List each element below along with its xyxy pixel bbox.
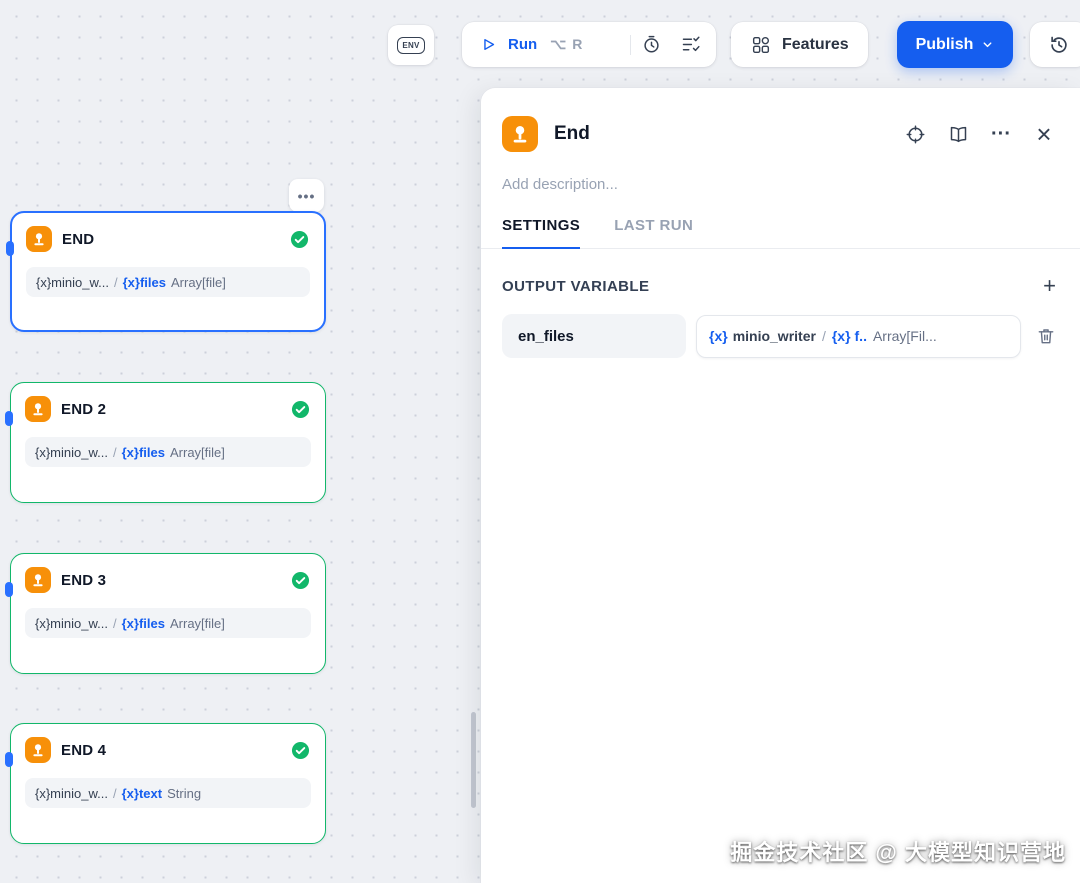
canvas-scrollbar[interactable] <box>471 712 476 808</box>
variable-separator: / <box>113 615 117 631</box>
play-icon[interactable] <box>477 34 499 56</box>
node-inspector-panel: End ··· × SETTINGS LAST RUN OUTPUT VARIA… <box>481 88 1080 883</box>
panel-title[interactable]: End <box>554 123 887 145</box>
success-status-icon <box>288 228 310 250</box>
node-output-variable-chip: {x}minio_w... / {x}files Array[file] <box>26 267 310 297</box>
locate-node-icon[interactable] <box>903 122 927 146</box>
divider <box>630 34 631 55</box>
node-title: END 4 <box>61 741 107 759</box>
checklist-icon[interactable] <box>679 34 701 56</box>
variable-name: {x}text <box>121 785 163 801</box>
node-input-handle[interactable] <box>5 752 13 767</box>
end-node-icon <box>25 737 51 763</box>
variable-source: {x}minio_w... <box>35 785 108 801</box>
end-node-icon <box>25 396 51 422</box>
variable-type: String <box>167 785 202 801</box>
delete-variable-icon[interactable] <box>1036 326 1056 346</box>
close-icon[interactable]: × <box>1032 119 1056 149</box>
variable-name: f.. <box>854 328 867 344</box>
variable-icon: {x} <box>709 328 728 344</box>
node-more-button[interactable]: ••• <box>289 179 324 212</box>
run-shortcut: ⌥ R <box>550 36 584 52</box>
variable-source: {x}minio_w... <box>35 615 108 631</box>
success-status-icon <box>289 398 311 420</box>
tab-settings[interactable]: SETTINGS <box>502 217 581 249</box>
end-node-icon <box>25 567 51 593</box>
end-node-icon <box>26 226 52 252</box>
variable-type: Array[file] <box>171 274 226 290</box>
output-variable-row: {x} minio_writer / {x} f.. Array[Fil... <box>502 314 1056 358</box>
run-history-icon[interactable] <box>640 34 662 56</box>
node-input-handle[interactable] <box>5 582 13 597</box>
variable-icon: {x} <box>831 328 851 344</box>
variable-type: Array[file] <box>170 444 225 460</box>
env-icon: ENV <box>397 36 425 54</box>
variable-separator: / <box>113 785 117 801</box>
node-end-1[interactable]: END {x}minio_w... / {x}files Array[file] <box>6 211 326 332</box>
variable-name-input[interactable] <box>502 314 686 358</box>
more-options-icon[interactable]: ··· <box>989 122 1013 146</box>
node-input-handle[interactable] <box>6 241 14 256</box>
end-node-icon <box>502 116 538 152</box>
run-toolbar: Run ⌥ R <box>462 22 716 67</box>
separator: / <box>821 328 826 344</box>
description-input[interactable] <box>502 176 1056 193</box>
publish-button[interactable]: Publish <box>897 21 1013 68</box>
node-end-4[interactable]: END 4 {x}minio_w... / {x}text String <box>5 723 326 844</box>
variable-name: {x}files <box>122 274 166 290</box>
add-variable-button[interactable]: + <box>1043 275 1056 297</box>
tab-last-run[interactable]: LAST RUN <box>614 217 693 248</box>
variable-source: {x}minio_w... <box>35 444 108 460</box>
node-title: END 3 <box>61 571 107 589</box>
success-status-icon <box>289 569 311 591</box>
env-button[interactable]: ENV <box>388 25 434 65</box>
features-button[interactable]: Features <box>731 22 868 67</box>
node-input-handle[interactable] <box>5 411 13 426</box>
features-icon <box>750 34 772 56</box>
output-variable-section-title: OUTPUT VARIABLE <box>502 277 650 295</box>
panel-tabs: SETTINGS LAST RUN <box>481 217 1080 249</box>
docs-book-icon[interactable] <box>946 122 970 146</box>
version-history-button[interactable] <box>1030 22 1080 67</box>
source-node-name: minio_writer <box>732 328 816 344</box>
node-title: END <box>62 230 95 248</box>
variable-name: {x}files <box>121 444 165 460</box>
watermark: 掘金技术社区 @ 大模型知识营地 <box>730 840 1066 865</box>
variable-source: {x}minio_w... <box>36 274 109 290</box>
run-button[interactable]: Run <box>508 36 537 53</box>
history-icon <box>1051 36 1067 53</box>
node-end-3[interactable]: END 3 {x}minio_w... / {x}files Array[fil… <box>5 553 326 674</box>
variable-type: Array[file] <box>170 615 225 631</box>
workflow-canvas[interactable]: ••• END {x}minio_w... / {x}files Array[f… <box>0 0 1080 883</box>
publish-label: Publish <box>915 35 974 53</box>
node-output-variable-chip: {x}minio_w... / {x}files Array[file] <box>25 437 311 467</box>
variable-name: {x}files <box>121 615 165 631</box>
chevron-down-icon <box>983 42 992 48</box>
success-status-icon <box>289 739 311 761</box>
variable-separator: / <box>113 444 117 460</box>
node-output-variable-chip: {x}minio_w... / {x}text String <box>25 778 311 808</box>
node-output-variable-chip: {x}minio_w... / {x}files Array[file] <box>25 608 311 638</box>
node-end-2[interactable]: END 2 {x}minio_w... / {x}files Array[fil… <box>5 382 326 503</box>
variable-separator: / <box>114 274 118 290</box>
variable-value-selector[interactable]: {x} minio_writer / {x} f.. Array[Fil... <box>696 314 1021 358</box>
node-title: END 2 <box>61 400 107 418</box>
features-label: Features <box>782 35 849 53</box>
variable-type: Array[Fil... <box>872 328 937 344</box>
